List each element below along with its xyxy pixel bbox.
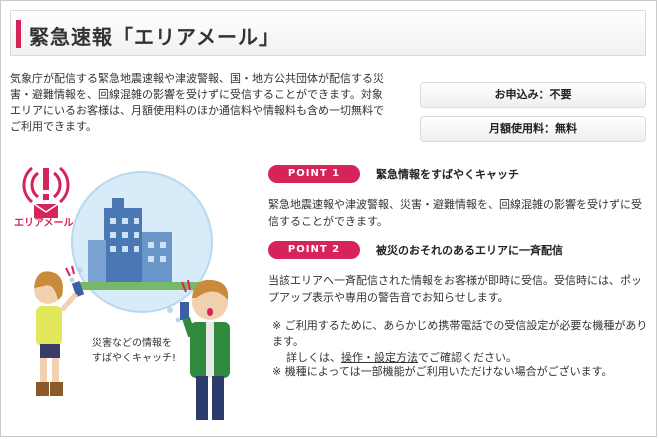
page-title: 緊急速報「エリアメール」 — [29, 25, 280, 49]
caption-line-2: すばやくキャッチ! — [92, 353, 177, 364]
point-2-badge: POINT 2 — [268, 241, 360, 259]
note-1-prefix: 詳しくは、 — [286, 351, 341, 364]
note-1-line-1: ※ ご利用するために、あらかじめ携帯電話での受信設定が必要な機種があります。 — [272, 319, 648, 348]
note-1-suffix: でご確認ください。 — [418, 351, 517, 364]
application-badge: お申込み：不要 — [420, 82, 646, 108]
point-1-title: 緊急情報をすばやくキャッチ — [376, 168, 519, 181]
caption-line-1: 災害などの情報を — [92, 338, 172, 349]
header-accent-bar — [16, 20, 21, 48]
disaster-alert-illustration — [34, 171, 230, 420]
point-1-description: 緊急地震速報や津波警報、災害・避難情報を、回線混雑の影響を受けずに受信することが… — [268, 198, 642, 228]
settings-guide-link[interactable]: 操作・設定方法 — [341, 351, 418, 364]
point-2-title: 被災のおそれのあるエリアに一斉配信 — [376, 244, 563, 257]
note-receive-settings: ※ ご利用するために、あらかじめ携帯電話での受信設定が必要な機種があります。 詳… — [272, 318, 648, 366]
page-header: 緊急速報「エリアメール」 — [10, 10, 646, 56]
intro-text: 気象庁が配信する緊急地震速報や津波警報、国・地方公共団体が配信する災害・避難情報… — [10, 72, 384, 133]
note-model-limitations: ※ 機種によっては一部機能がご利用いただけない場合がございます。 — [272, 365, 613, 378]
point-1-badge: POINT 1 — [268, 165, 360, 183]
point-2-description: 当該エリアへ一斉配信された情報をお客様が即時に受信。受信時には、ポップアップ表示… — [268, 274, 642, 304]
illustration-caption: 災害などの情報を すばやくキャッチ! — [92, 336, 202, 366]
monthly-fee-badge: 月額使用料：無料 — [420, 116, 646, 142]
